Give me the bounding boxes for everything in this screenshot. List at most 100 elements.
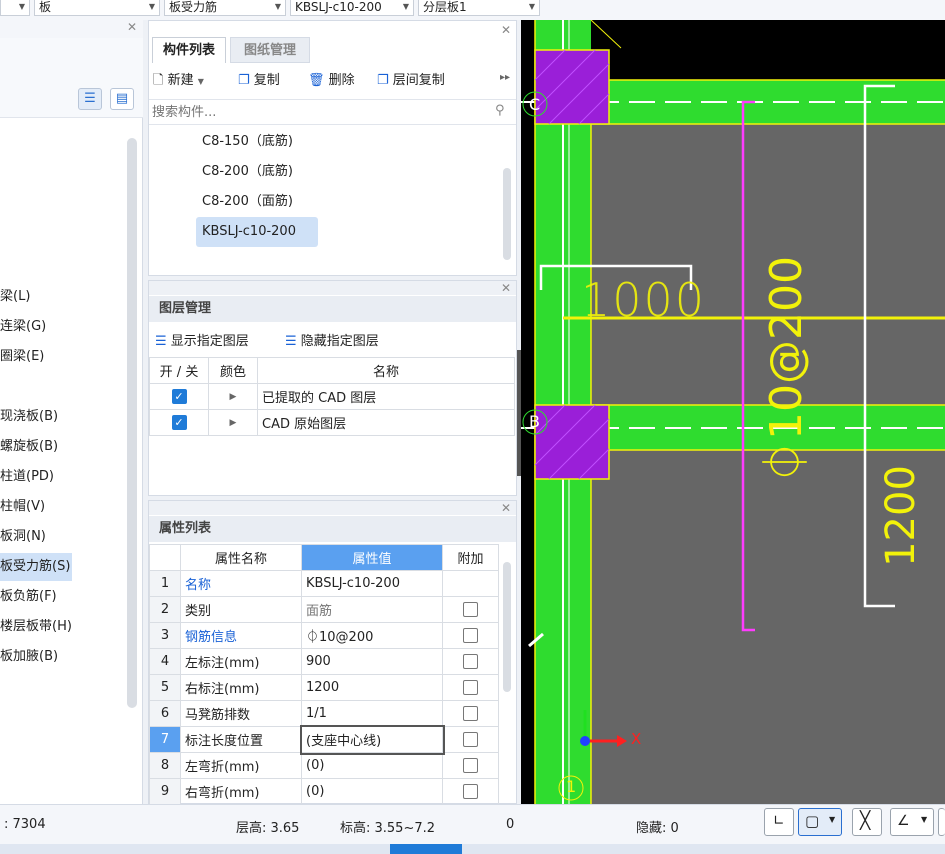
ortho-icon[interactable]: ∟ — [764, 808, 794, 836]
property-value[interactable]: KBSLJ-c10-200 — [301, 570, 443, 597]
chevron-down-icon: ▼ — [148, 2, 155, 11]
tree-item-slab-rebar[interactable]: 板受力筋(S) — [0, 553, 72, 581]
search-bar[interactable]: ⚲ — [149, 99, 516, 125]
checkbox-extra[interactable] — [463, 602, 478, 617]
hide-layer-button[interactable]: ☰ 隐藏指定图层 — [285, 330, 379, 349]
tree-item-beam[interactable]: 梁(L) — [0, 283, 30, 311]
column-c[interactable] — [534, 49, 610, 125]
table-row[interactable]: 2 类别 面筋 — [149, 596, 499, 623]
component-tree-panel: ✕ ☰ ▤ 梁(L) 连梁(G) 圈梁(E) 现浇板(B) 螺旋板(B) 柱道(… — [0, 20, 143, 804]
checkbox-extra[interactable] — [463, 732, 478, 747]
combo-category[interactable]: 板 ▼ — [34, 0, 160, 16]
table-row[interactable]: 9 右弯折(mm) (0) — [149, 778, 499, 805]
close-icon[interactable]: ✕ — [501, 281, 511, 295]
scrollbar[interactable] — [503, 168, 511, 260]
floor-copy-button[interactable]: ❐ 层间复制 — [377, 68, 445, 94]
checkbox-extra[interactable] — [463, 784, 478, 799]
property-name: 右弯折(mm) — [180, 778, 302, 805]
list-item[interactable]: C8-200（底筋) — [196, 157, 293, 187]
table-row[interactable]: 8 左弯折(mm) (0) — [149, 752, 499, 779]
combo-layer[interactable]: 分层板1 ▼ — [418, 0, 540, 16]
row-index: 1 — [149, 570, 181, 597]
property-value[interactable]: (0) — [301, 778, 443, 805]
tree-item-ring-beam[interactable]: 圈梁(E) — [0, 343, 44, 371]
search-input[interactable] — [149, 101, 479, 123]
combo-component[interactable]: KBSLJ-c10-200 ▼ — [290, 0, 414, 16]
property-value[interactable]: ⏀10@200 — [301, 622, 443, 649]
list-view-icon[interactable]: ☰ — [78, 88, 102, 110]
close-icon[interactable]: ✕ — [501, 501, 511, 515]
rebar-label: ⏀10@200 — [761, 256, 812, 484]
table-row[interactable]: 7 标注长度位置 (支座中心线) — [149, 724, 499, 755]
more-icon[interactable]: ▸▸ — [500, 72, 510, 83]
panel-title: 属性列表 — [149, 516, 516, 542]
tree-item-negative-rebar[interactable]: 板负筋(F) — [0, 583, 57, 611]
property-value[interactable]: 900 — [301, 648, 443, 675]
cad-drawing-canvas[interactable]: C B 1 X 1000 ⏀10@200 1200 — [521, 20, 945, 804]
checkbox-extra[interactable] — [463, 706, 478, 721]
cross-icon[interactable]: ╳ — [852, 808, 882, 836]
tree-item-spiral-slab[interactable]: 螺旋板(B) — [0, 433, 58, 461]
property-value[interactable]: (支座中心线) — [299, 724, 445, 755]
angle-icon[interactable]: ∠ ▼ — [890, 808, 934, 836]
detail-view-icon[interactable]: ▤ — [110, 88, 134, 110]
property-table: 属性名称 属性值 附加 1 名称 KBSLJ-c10-200 2 类别 面筋 3 钢筋信息 ⏀1… — [149, 544, 499, 805]
table-row[interactable]: ✓ ▶ CAD 原始图层 — [149, 409, 515, 436]
checkbox-extra[interactable] — [463, 680, 478, 695]
snap-icon[interactable]: ▢ ▼ — [798, 808, 842, 836]
panel-title: 图层管理 — [149, 296, 516, 322]
close-icon[interactable]: ✕ — [127, 20, 137, 34]
axis-label-b: B — [529, 412, 540, 431]
show-layer-button[interactable]: ☰ 显示指定图层 — [155, 330, 249, 349]
tree-item-column-cap[interactable]: 柱帽(V) — [0, 493, 45, 521]
property-value[interactable]: 1200 — [301, 674, 443, 701]
row-index: 8 — [149, 752, 181, 779]
tree-item-slab-hole[interactable]: 板洞(N) — [0, 523, 46, 551]
tree-item-slab-haunch[interactable]: 板加腋(B) — [0, 643, 58, 671]
table-row[interactable]: 4 左标注(mm) 900 — [149, 648, 499, 675]
axis-label-1: 1 — [566, 777, 577, 796]
axis-x-label: X — [631, 730, 642, 748]
list-item[interactable]: C8-150（底筋) — [196, 127, 293, 157]
copy-button[interactable]: ❐ 复制 — [238, 68, 280, 94]
chevron-down-icon: ▼ — [274, 2, 281, 11]
list-item[interactable]: C8-200（面筋) — [196, 187, 293, 217]
checkbox-layer-on[interactable]: ✓ — [171, 415, 187, 430]
list-item-selected[interactable]: KBSLJ-c10-200 — [196, 217, 318, 247]
table-row[interactable]: 3 钢筋信息 ⏀10@200 — [149, 622, 499, 649]
table-row[interactable]: 6 马凳筋排数 1/1 — [149, 700, 499, 727]
delete-button[interactable]: 🗑 删除 — [308, 68, 355, 94]
property-value[interactable]: (0) — [301, 752, 443, 779]
tree-item-slab-band[interactable]: 楼层板带(H) — [0, 613, 72, 641]
property-value[interactable]: 1/1 — [301, 700, 443, 727]
scrollbar[interactable] — [127, 138, 137, 708]
tree-item-link-beam[interactable]: 连梁(G) — [0, 313, 46, 341]
expand-icon[interactable]: ▶ — [208, 383, 258, 410]
property-name: 名称 — [180, 570, 302, 597]
checkbox-extra[interactable] — [463, 628, 478, 643]
search-icon[interactable]: ⚲ — [495, 103, 505, 118]
table-row[interactable]: 1 名称 KBSLJ-c10-200 — [149, 570, 499, 597]
expand-icon[interactable]: ▶ — [208, 409, 258, 436]
table-row[interactable]: 5 右标注(mm) 1200 — [149, 674, 499, 701]
cad-drawing[interactable] — [521, 20, 945, 804]
tab-component-list[interactable]: 构件列表 — [152, 37, 226, 63]
table-row[interactable]: ✓ ▶ 已提取的 CAD 图层 — [149, 383, 515, 410]
tree-item-cast-slab[interactable]: 现浇板(B) — [0, 403, 58, 431]
combo-floor[interactable]: ▼ — [0, 0, 30, 16]
copy-icon: ❐ — [238, 73, 250, 88]
checkbox-layer-on[interactable]: ✓ — [171, 389, 187, 404]
checkbox-extra[interactable] — [463, 654, 478, 669]
tab-drawing-management[interactable]: 图纸管理 — [230, 37, 310, 63]
close-icon[interactable]: ✕ — [501, 23, 511, 37]
row-index: 6 — [149, 700, 181, 727]
tree-item-column-way[interactable]: 柱道(PD) — [0, 463, 54, 491]
splitter-handle[interactable] — [517, 350, 521, 476]
combo-type[interactable]: 板受力筋 ▼ — [164, 0, 286, 16]
more-tools[interactable] — [938, 808, 945, 836]
scrollbar[interactable] — [503, 562, 511, 692]
property-value[interactable]: 面筋 — [301, 596, 443, 623]
column-b[interactable] — [534, 404, 610, 480]
checkbox-extra[interactable] — [463, 758, 478, 773]
new-button[interactable]: 🗋 新建 ▼ — [153, 68, 204, 94]
